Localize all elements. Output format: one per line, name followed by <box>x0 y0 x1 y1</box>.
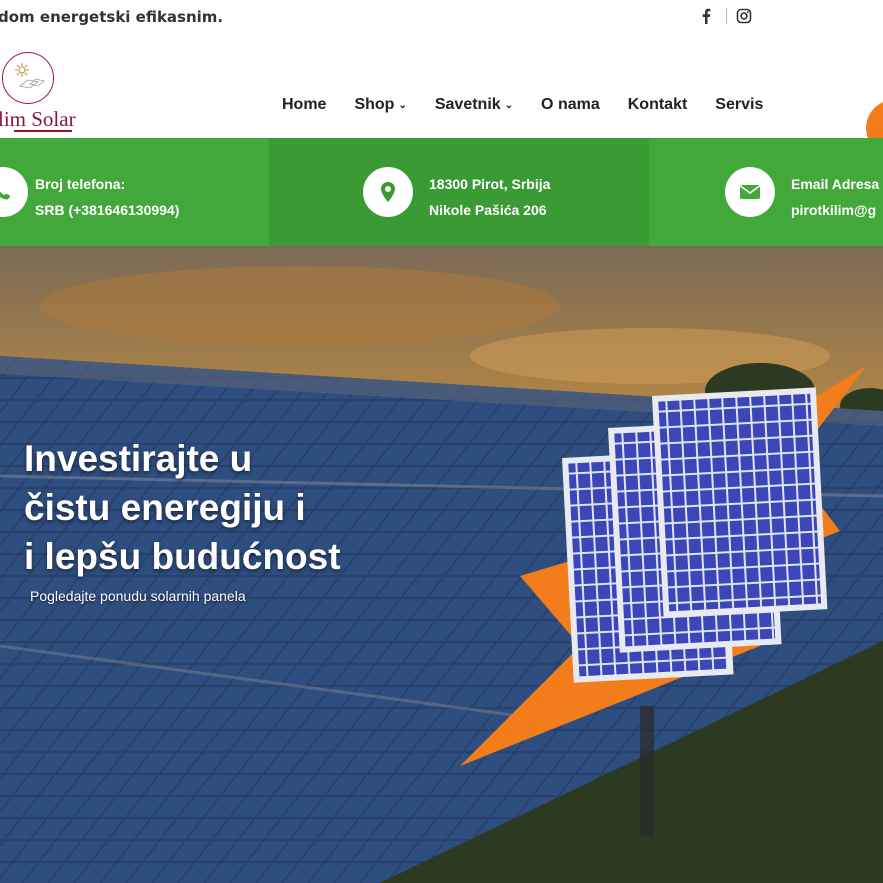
main-nav: Home Shop ⌄ Savetnik ⌄ O nama Kontakt Serv… <box>282 96 791 114</box>
email-text: Email Adresa pirotkilim@g <box>791 171 879 223</box>
email-label: Email Adresa <box>791 176 880 192</box>
top-bar: dom energetski efikasnim. <box>0 0 883 36</box>
address-text: 18300 Pirot, Srbija Nikole Pašića 206 <box>429 171 550 223</box>
nav-shop-label: Shop <box>354 96 395 113</box>
site-logo[interactable]: lim Solar <box>0 50 84 136</box>
hero-title-line-2: čistu eneregiju i <box>24 487 306 528</box>
phone-value[interactable]: SRB (+381646130994) <box>35 197 179 223</box>
tagline: dom energetski efikasnim. <box>0 8 224 26</box>
address-block: 18300 Pirot, Srbija Nikole Pašića 206 <box>269 138 649 246</box>
facebook-icon[interactable] <box>698 6 714 26</box>
hero-title: Investirajte u čistu eneregiju i i lepšu… <box>24 434 341 581</box>
address-line-1: 18300 Pirot, Srbija <box>429 176 551 192</box>
nav-kontakt[interactable]: Kontakt <box>628 96 688 114</box>
nav-kontakt-label: Kontakt <box>627 96 688 113</box>
hero-title-line-3: i lepšu budućnost <box>24 536 341 577</box>
hero-title-line-1: Investirajte u <box>24 438 253 479</box>
nav-savetnik-label: Savetnik <box>434 96 501 113</box>
hero-banner: Investirajte u čistu eneregiju i i lepšu… <box>0 246 883 883</box>
nav-servis-label: Servis <box>715 96 764 113</box>
email-block: Email Adresa pirotkilim@g <box>649 138 883 246</box>
phone-icon <box>0 167 28 217</box>
address-line-2: Nikole Pašića 206 <box>429 202 547 218</box>
chevron-down-icon: ⌄ <box>398 99 407 111</box>
email-value[interactable]: pirotkilim@g <box>791 197 879 223</box>
site-header: lim Solar Home Shop ⌄ Savetnik ⌄ O nama Ko… <box>0 36 883 156</box>
phone-text: Broj telefona: SRB (+381646130994) <box>35 171 179 223</box>
phone-label: Broj telefona: <box>35 176 126 192</box>
logo-emblem <box>2 52 54 104</box>
logo-text: lim Solar <box>0 107 76 131</box>
nav-home[interactable]: Home <box>282 96 326 114</box>
contact-info-strip: Broj telefona: SRB (+381646130994) 18300… <box>0 138 883 246</box>
nav-shop[interactable]: Shop ⌄ <box>354 96 406 114</box>
nav-savetnik[interactable]: Savetnik ⌄ <box>435 96 513 114</box>
nav-o-nama-label: O nama <box>541 96 600 113</box>
phone-block: Broj telefona: SRB (+381646130994) <box>0 138 269 246</box>
hero-subtitle-link[interactable]: Pogledajte ponudu solarnih panela <box>30 588 246 604</box>
nav-servis[interactable]: Servis <box>715 96 763 114</box>
chevron-down-icon: ⌄ <box>504 99 514 111</box>
nav-home-label: Home <box>282 96 327 113</box>
map-pin-icon <box>363 167 413 217</box>
social-divider <box>726 8 727 24</box>
logo-underline <box>14 130 72 132</box>
nav-o-nama[interactable]: O nama <box>541 96 600 114</box>
envelope-icon <box>725 167 775 217</box>
instagram-icon[interactable] <box>736 6 752 26</box>
